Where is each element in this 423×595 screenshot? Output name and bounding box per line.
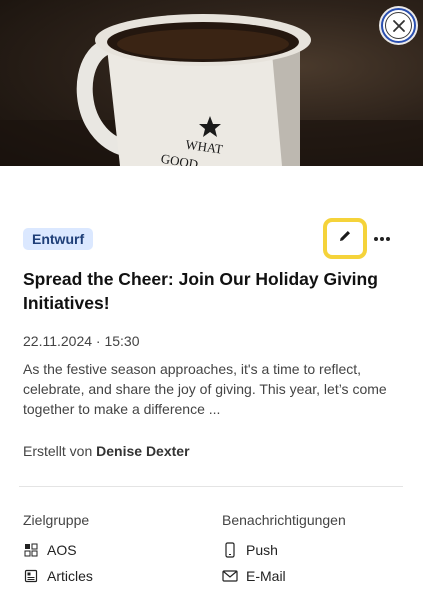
notification-item: E-Mail	[222, 567, 286, 585]
notifications-heading: Benachrichtigungen	[222, 512, 346, 528]
author-prefix: Erstellt von	[23, 443, 93, 459]
notification-item-label: E-Mail	[246, 568, 286, 584]
post-datetime: 22.11.2024 · 15:30	[23, 333, 140, 349]
audience-item-label: Articles	[47, 568, 93, 584]
grid-icon	[23, 542, 39, 558]
close-button[interactable]	[381, 8, 416, 43]
more-options-button[interactable]	[372, 229, 392, 249]
author-name: Denise Dexter	[96, 443, 190, 459]
audience-item: Articles	[23, 567, 93, 585]
pencil-icon	[338, 229, 352, 248]
author-line: Erstellt von Denise Dexter	[23, 443, 190, 459]
post-title: Spread the Cheer: Join Our Holiday Givin…	[23, 269, 378, 313]
hero-image: WHAT GOOD	[0, 0, 423, 166]
coffee-mug-illustration: WHAT GOOD	[0, 14, 423, 166]
audience-item-label: AOS	[47, 542, 77, 558]
mail-icon	[222, 568, 238, 584]
close-icon	[385, 12, 412, 39]
article-icon	[23, 568, 39, 584]
more-dots-icon	[374, 237, 378, 241]
notification-item-label: Push	[246, 542, 278, 558]
audience-heading: Zielgruppe	[23, 512, 90, 528]
post-description: As the festive season approaches, it's a…	[23, 361, 387, 417]
phone-icon	[222, 542, 238, 558]
edit-button[interactable]	[323, 218, 367, 259]
audience-item: AOS	[23, 541, 77, 559]
notification-item: Push	[222, 541, 278, 559]
status-badge: Entwurf	[23, 228, 94, 250]
section-divider	[19, 486, 403, 487]
